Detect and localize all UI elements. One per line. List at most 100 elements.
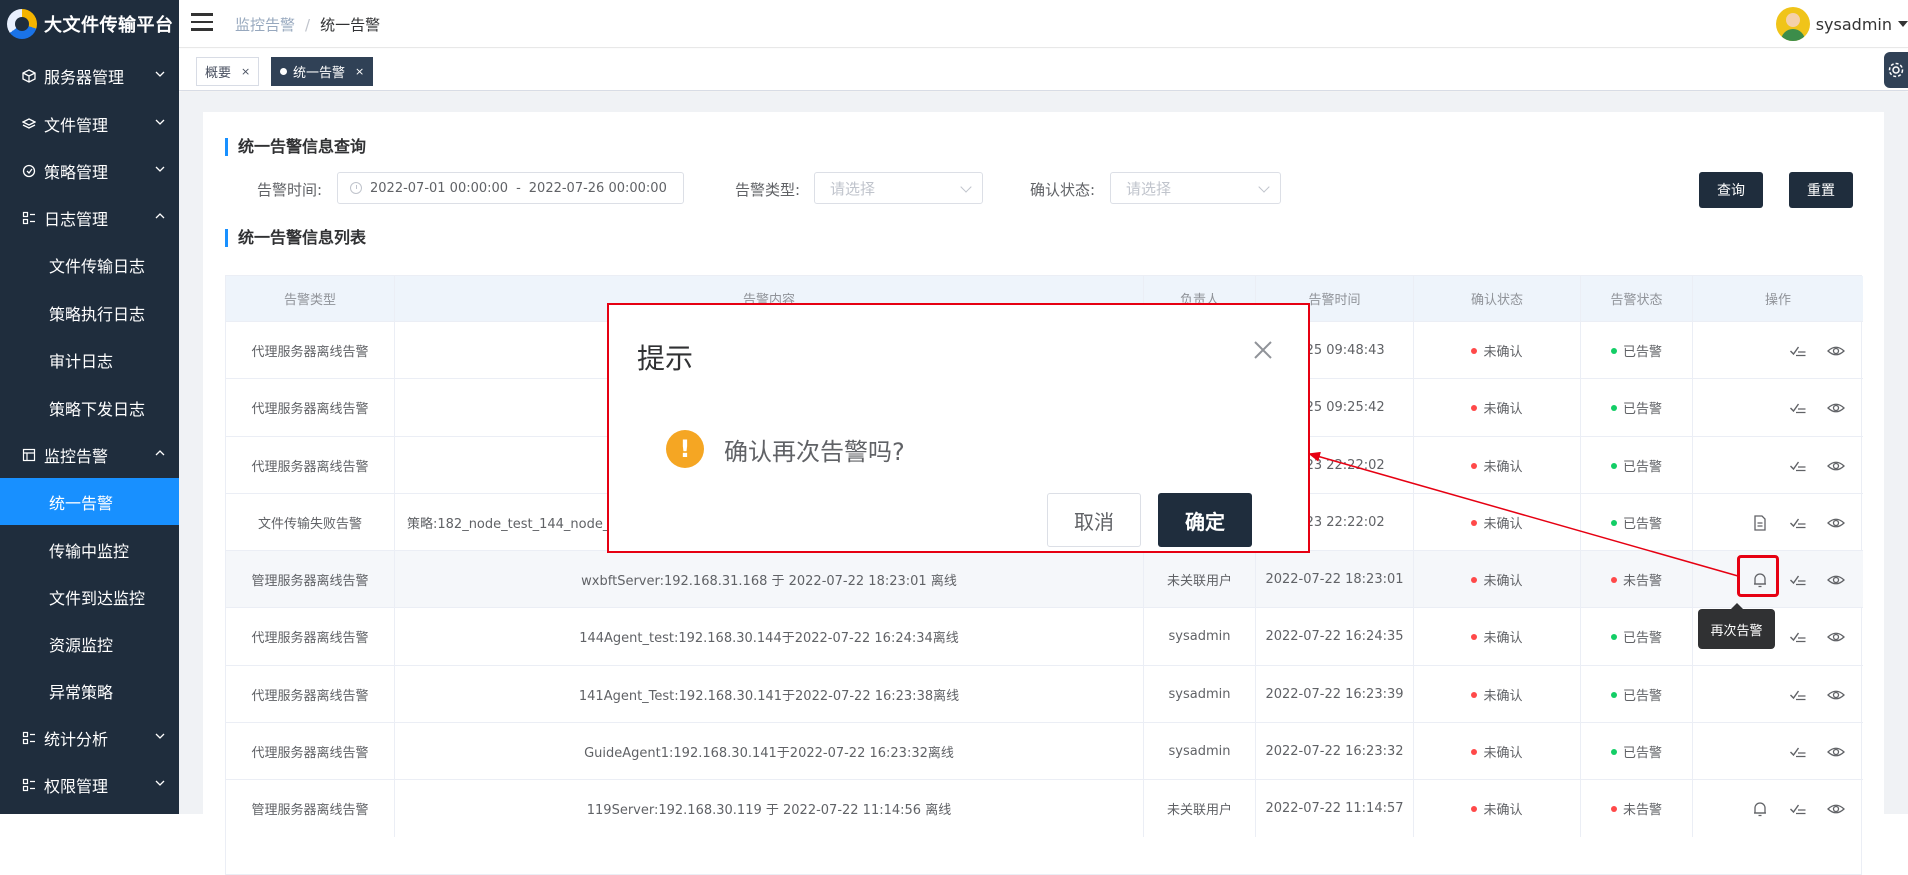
breadcrumb-item[interactable]: 监控告警 bbox=[235, 16, 295, 34]
sidebar-item-permission-management[interactable]: 权限管理 bbox=[0, 761, 179, 808]
sidebar-item-transfer-monitor[interactable]: 传输中监控 bbox=[0, 526, 179, 573]
sidebar-item-file-transfer-log[interactable]: 文件传输日志 bbox=[0, 241, 179, 288]
type-cell: 代理服务器离线告警 bbox=[226, 723, 395, 780]
cancel-button[interactable]: 取消 bbox=[1047, 493, 1141, 547]
sidebar-item-resource-monitor[interactable]: 资源监控 bbox=[0, 620, 179, 667]
view-eye-icon[interactable] bbox=[1825, 684, 1847, 706]
table-row[interactable]: 代理服务器离线告警 144Agent_test:192.168.30.144于20… bbox=[226, 607, 1863, 665]
sidebar-item-log-management[interactable]: 日志管理 bbox=[0, 194, 179, 241]
tag-unified-alarm[interactable]: 统一告警 × bbox=[271, 57, 374, 86]
detail-doc-icon[interactable] bbox=[1749, 512, 1771, 534]
type-cell: 代理服务器离线告警 bbox=[226, 437, 395, 494]
chevron-down-icon bbox=[155, 733, 165, 739]
confirm-check-icon[interactable] bbox=[1787, 684, 1809, 706]
status-text: 已告警 bbox=[1622, 345, 1662, 360]
reset-button[interactable]: 重置 bbox=[1789, 172, 1853, 208]
sidebar-item-label: 监控告警 bbox=[44, 446, 109, 466]
table-row[interactable]: 管理服务器离线告警 wxbftServer:192.168.31.168 于 20… bbox=[226, 550, 1863, 608]
operations-cell bbox=[1693, 379, 1863, 436]
status-dot-icon bbox=[1471, 748, 1478, 755]
confirm-status-cell: 未确认 bbox=[1414, 780, 1581, 837]
chart-icon bbox=[22, 731, 36, 745]
sidebar-item-statistics[interactable]: 统计分析 bbox=[0, 714, 179, 761]
breadcrumb: 监控告警 / 统一告警 bbox=[235, 16, 381, 34]
date-end[interactable]: 2022-07-26 00:00:00 bbox=[529, 181, 667, 196]
type-cell: 代理服务器离线告警 bbox=[226, 608, 395, 665]
table-row[interactable]: 代理服务器离线告警 141Agent_Test:192.168.30.141于20… bbox=[226, 665, 1863, 723]
avatar[interactable] bbox=[1775, 7, 1810, 41]
view-eye-icon[interactable] bbox=[1825, 626, 1847, 648]
confirm-check-icon[interactable] bbox=[1787, 397, 1809, 419]
confirm-status-select[interactable]: 请选择 bbox=[1110, 172, 1281, 204]
type-cell: 文件传输失败告警 bbox=[226, 494, 395, 551]
sidebar-item-policy-management[interactable]: 策略管理 bbox=[0, 147, 179, 194]
date-range-picker[interactable]: 2022-07-01 00:00:00 - 2022-07-26 00:00:0… bbox=[337, 172, 684, 204]
close-icon[interactable] bbox=[1252, 339, 1274, 361]
confirm-check-icon[interactable] bbox=[1787, 340, 1809, 362]
table-row[interactable]: 代理服务器离线告警 GuideAgent1:192.168.30.141于2022… bbox=[226, 722, 1863, 780]
alarm-status-cell: 已告警 bbox=[1581, 666, 1693, 723]
settings-button[interactable] bbox=[1884, 52, 1908, 88]
confirm-check-icon[interactable] bbox=[1787, 512, 1809, 534]
confirm-check-icon[interactable] bbox=[1787, 798, 1809, 820]
view-eye-icon[interactable] bbox=[1825, 512, 1847, 534]
alarm-type-select[interactable]: 请选择 bbox=[814, 172, 983, 204]
sidebar-item-file-management[interactable]: 文件管理 bbox=[0, 100, 179, 147]
sidebar-item-policy-execution-log[interactable]: 策略执行日志 bbox=[0, 289, 179, 336]
confirm-button[interactable]: 确定 bbox=[1158, 493, 1252, 547]
confirm-check-icon[interactable] bbox=[1787, 626, 1809, 648]
table-row[interactable]: 管理服务器离线告警 119Server:192.168.30.119 于 2022… bbox=[226, 779, 1863, 837]
active-dot-icon bbox=[280, 68, 287, 75]
sidebar-item-server-management[interactable]: 服务器管理 bbox=[0, 52, 179, 99]
view-eye-icon[interactable] bbox=[1825, 455, 1847, 477]
status-text: 未确认 bbox=[1483, 345, 1523, 360]
status-text: 已告警 bbox=[1622, 402, 1662, 417]
chevron-down-icon bbox=[960, 181, 972, 193]
caret-down-icon[interactable] bbox=[1898, 21, 1908, 27]
content-cell: wxbftServer:192.168.31.168 于 2022-07-22 … bbox=[395, 551, 1144, 608]
sidebar-item-monitor-alarm[interactable]: 监控告警 bbox=[0, 431, 179, 478]
close-icon[interactable]: × bbox=[241, 65, 250, 78]
close-icon[interactable]: × bbox=[355, 65, 364, 78]
chevron-up-icon bbox=[155, 450, 165, 456]
confirm-check-icon[interactable] bbox=[1787, 741, 1809, 763]
confirm-check-icon[interactable] bbox=[1787, 455, 1809, 477]
confirm-check-icon[interactable] bbox=[1787, 569, 1809, 591]
tags-view: 概要 × 统一告警 × bbox=[179, 49, 1908, 91]
view-eye-icon[interactable] bbox=[1825, 741, 1847, 763]
list-section-title: 统一告警信息列表 bbox=[225, 229, 366, 247]
content-cell: GuideAgent1:192.168.30.141于2022-07-22 16… bbox=[395, 723, 1144, 780]
operations-cell bbox=[1693, 322, 1863, 379]
view-eye-icon[interactable] bbox=[1825, 397, 1847, 419]
sidebar-item-policy-dispatch-log[interactable]: 策略下发日志 bbox=[0, 384, 179, 431]
monitor-icon bbox=[22, 448, 36, 462]
sidebar-item-file-arrival-monitor[interactable]: 文件到达监控 bbox=[0, 573, 179, 620]
chevron-up-icon bbox=[155, 213, 165, 219]
sidebar-item-unified-alarm[interactable]: 统一告警 bbox=[0, 478, 179, 525]
operations-cell bbox=[1693, 666, 1863, 723]
date-start[interactable]: 2022-07-01 00:00:00 bbox=[370, 181, 508, 196]
status-dot-icon bbox=[1610, 404, 1617, 411]
operations-cell bbox=[1693, 723, 1863, 780]
tag-overview[interactable]: 概要 × bbox=[196, 57, 260, 86]
sidebar-item-audit-log[interactable]: 审计日志 bbox=[0, 336, 179, 383]
bell-icon[interactable] bbox=[1749, 798, 1771, 820]
select-placeholder: 请选择 bbox=[830, 179, 876, 198]
time-cell: 2022-07-22 16:24:35 bbox=[1256, 608, 1414, 665]
hamburger-icon[interactable] bbox=[191, 13, 213, 31]
status-text: 未确认 bbox=[1483, 803, 1523, 818]
user-menu[interactable]: sysadmin bbox=[1775, 4, 1908, 44]
view-eye-icon[interactable] bbox=[1825, 569, 1847, 591]
top-header: 监控告警 / 统一告警 sysadmin bbox=[179, 0, 1908, 48]
sidebar-item-abnormal-policy[interactable]: 异常策略 bbox=[0, 667, 179, 714]
username[interactable]: sysadmin bbox=[1816, 15, 1892, 34]
status-dot-icon bbox=[1610, 633, 1617, 640]
view-eye-icon[interactable] bbox=[1825, 340, 1847, 362]
dialog-title: 提示 bbox=[637, 342, 694, 375]
status-text: 未确认 bbox=[1483, 689, 1523, 704]
search-button[interactable]: 查询 bbox=[1699, 172, 1763, 208]
status-dot-icon bbox=[1471, 805, 1478, 812]
view-eye-icon[interactable] bbox=[1825, 798, 1847, 820]
confirm-status-label: 确认状态: bbox=[1030, 181, 1096, 199]
column-header: 告警状态 bbox=[1581, 276, 1693, 321]
